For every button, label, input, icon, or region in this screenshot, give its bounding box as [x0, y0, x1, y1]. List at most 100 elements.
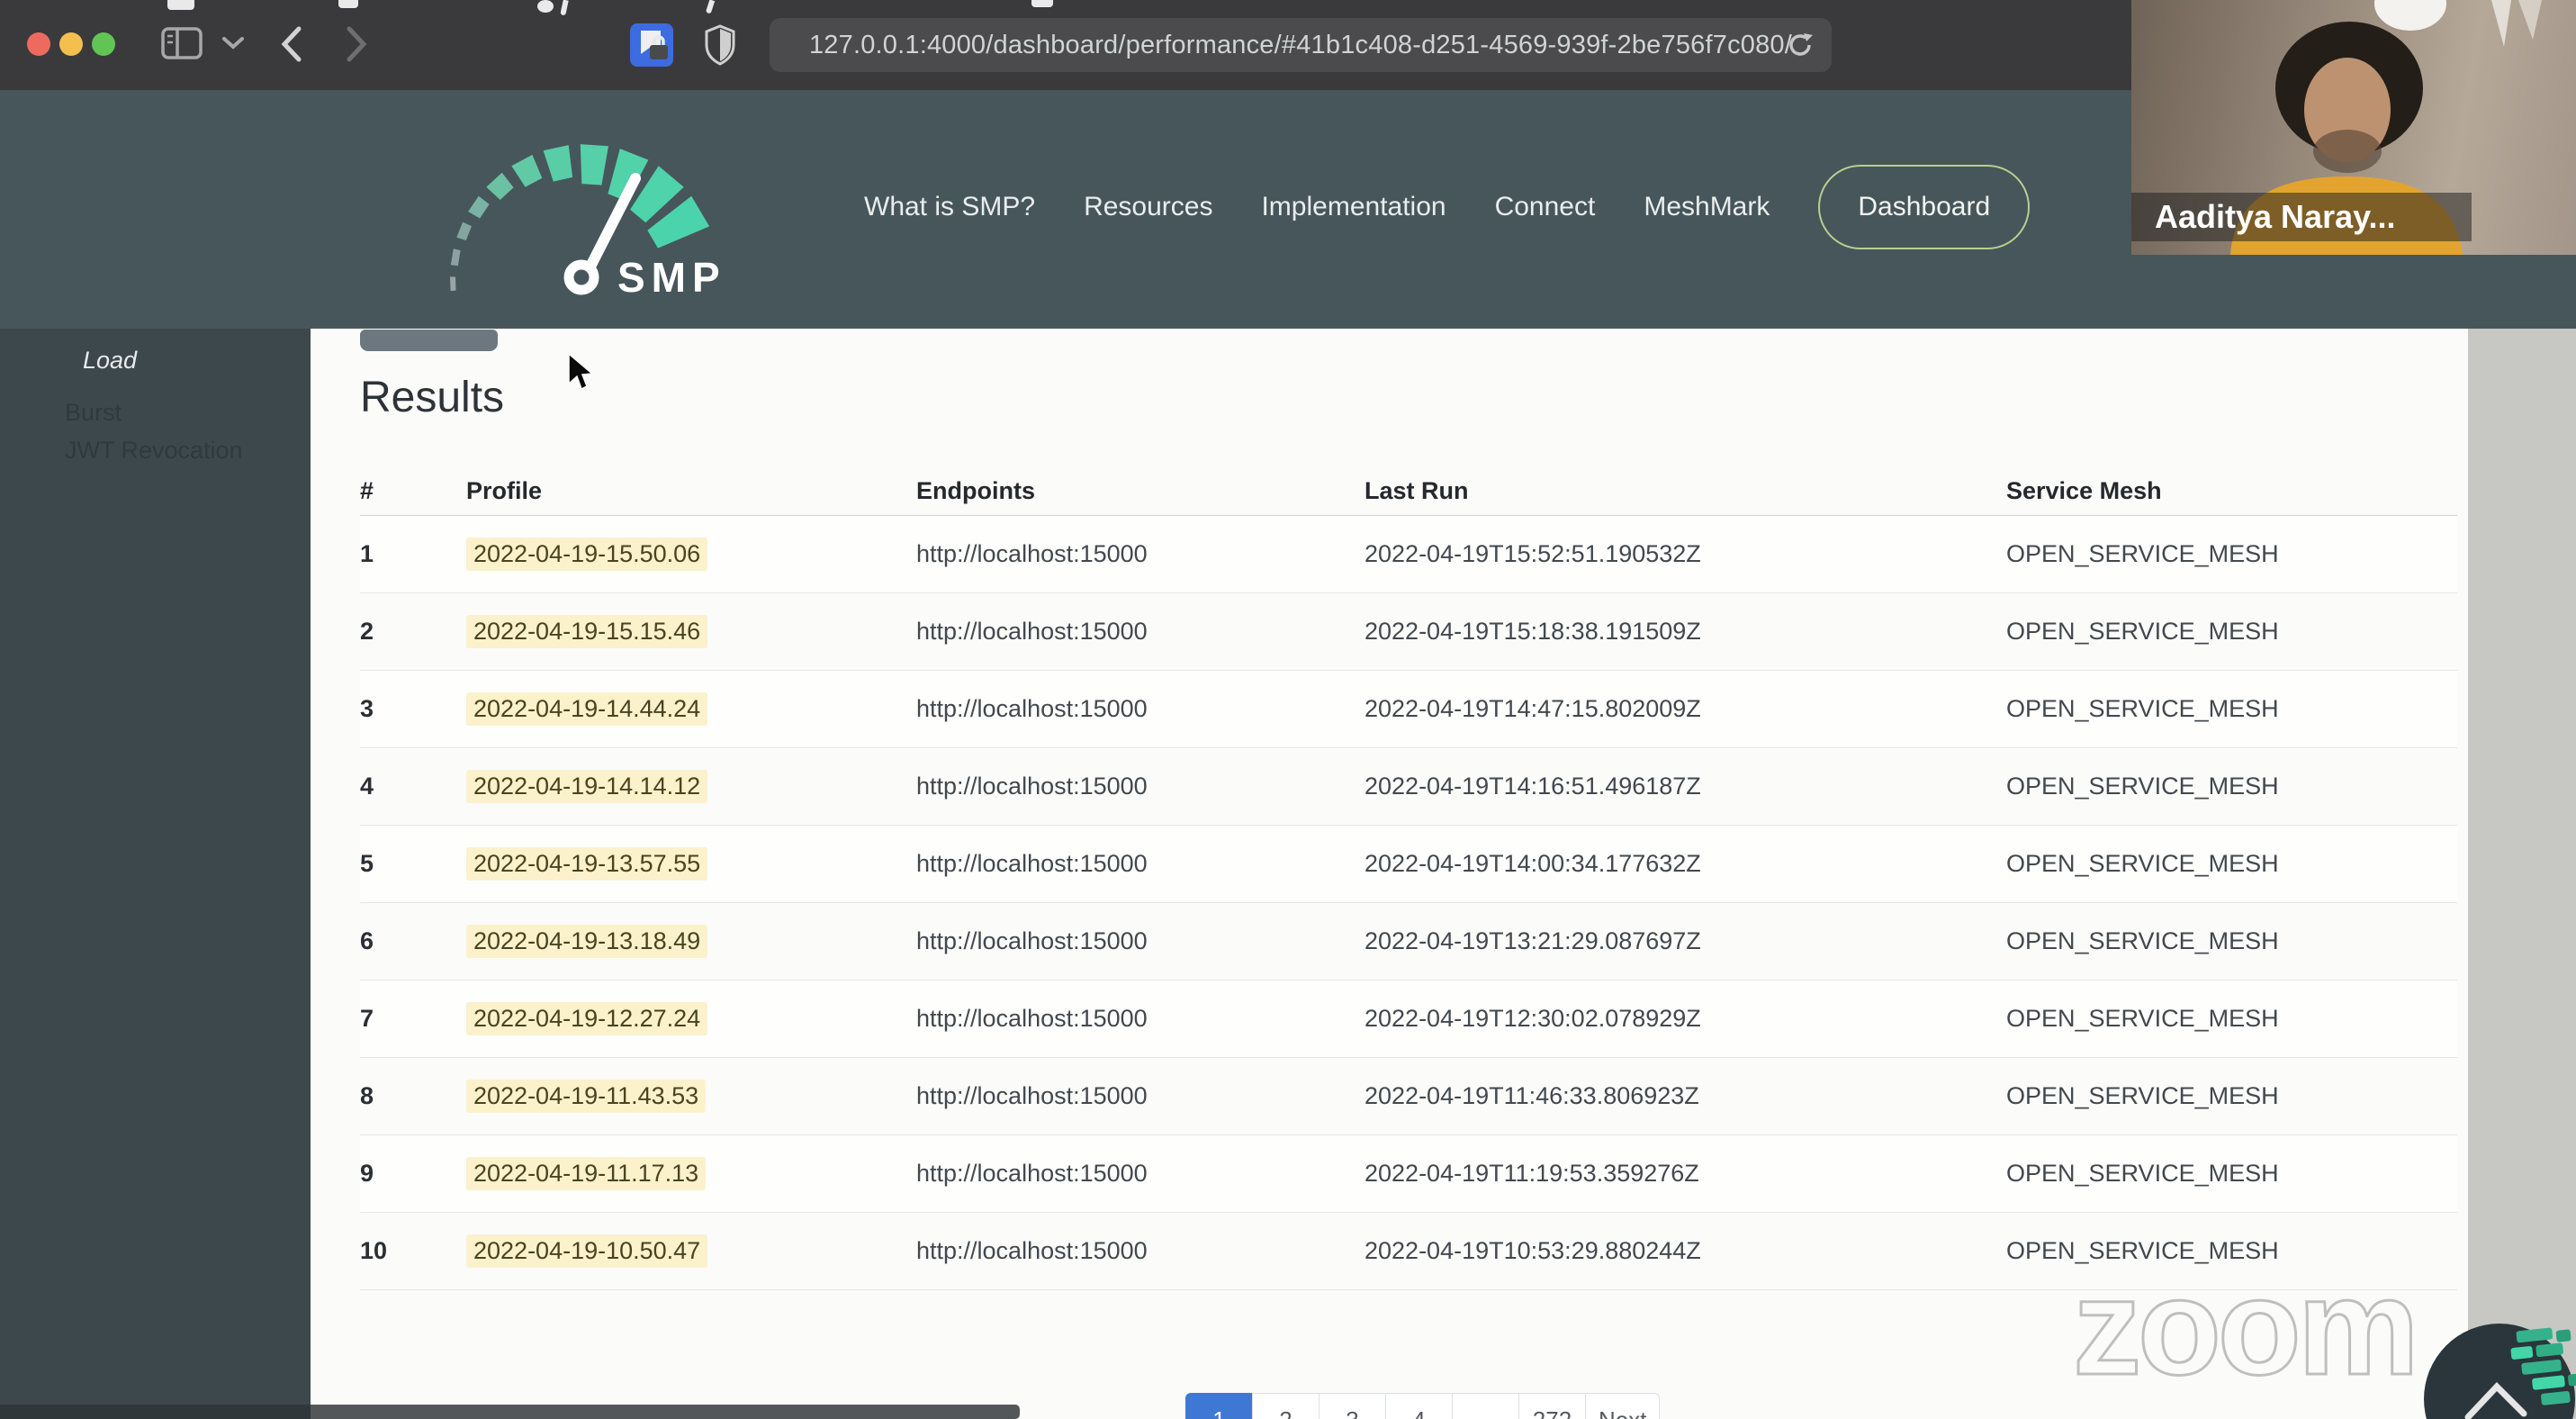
minimize-button[interactable]	[59, 32, 83, 56]
back-icon[interactable]	[281, 25, 302, 63]
cell-lastrun: 2022-04-19T15:52:51.190532Z	[1365, 540, 1701, 567]
video-title-remnant	[338, 0, 358, 8]
cell-endpoint: http://localhost:15000	[916, 927, 1148, 954]
page-button[interactable]: 2	[1252, 1393, 1320, 1419]
profile-highlight: 2022-04-19-14.44.24	[466, 692, 708, 726]
cell-profile: 2022-04-19-10.50.47	[466, 1234, 916, 1268]
screen: 127.0.0.1:4000/dashboard/performance/#41…	[0, 0, 2576, 1419]
table-header-row: # Profile Endpoints Last Run Service Mes…	[360, 466, 2457, 516]
profile-highlight: 2022-04-19-10.50.47	[466, 1234, 708, 1268]
video-title-remnant	[705, 0, 716, 14]
sidebar-item[interactable]: Load	[83, 347, 137, 375]
horizontal-scrollbar[interactable]	[311, 1405, 1020, 1419]
cell-lastrun: 2022-04-19T11:19:53.359276Z	[1365, 1160, 1699, 1187]
reload-icon[interactable]	[1785, 30, 1815, 60]
table-row[interactable]: 5 2022-04-19-13.57.55 http://localhost:150…	[360, 826, 2457, 903]
address-bar[interactable]: 127.0.0.1:4000/dashboard/performance/#41…	[770, 18, 1832, 72]
sidebar-item[interactable]: JWT Revocation	[65, 437, 243, 465]
smp-gauge-logo: SMP	[450, 144, 726, 304]
sidebar-item[interactable]: Burst	[65, 399, 122, 427]
table-row[interactable]: 1 2022-04-19-15.50.06 http://localhost:150…	[360, 516, 2457, 593]
close-button[interactable]	[27, 32, 50, 56]
forward-icon[interactable]	[346, 25, 367, 63]
cell-num: 7	[360, 1005, 374, 1032]
collapsed-tab[interactable]	[360, 330, 498, 351]
cell-profile: 2022-04-19-15.50.06	[466, 538, 916, 571]
brand-text: SMP	[617, 254, 726, 301]
table-row[interactable]: 3 2022-04-19-14.44.24 http://localhost:150…	[360, 671, 2457, 748]
cell-endpoint: http://localhost:15000	[916, 540, 1148, 567]
chevron-down-icon[interactable]	[221, 36, 245, 50]
cell-profile: 2022-04-19-11.17.13	[466, 1157, 916, 1190]
cell-endpoint: http://localhost:15000	[916, 1005, 1148, 1032]
cell-mesh: OPEN_SERVICE_MESH	[2006, 773, 2279, 800]
page-button[interactable]: 3	[1319, 1393, 1386, 1419]
video-title-remnant	[1031, 0, 1053, 7]
cell-endpoint: http://localhost:15000	[916, 1237, 1148, 1264]
cell-lastrun: 2022-04-19T10:53:29.880244Z	[1365, 1237, 1701, 1264]
cell-mesh: OPEN_SERVICE_MESH	[2006, 1005, 2279, 1032]
cell-num: 8	[360, 1082, 374, 1109]
cell-num: 10	[360, 1237, 388, 1264]
video-title-remnant	[537, 0, 554, 13]
profile-highlight: 2022-04-19-13.18.49	[466, 925, 708, 958]
bookmark-lock-extension-icon[interactable]	[630, 23, 675, 68]
col-header-endpoints: Endpoints	[916, 476, 1035, 504]
cell-lastrun: 2022-04-19T12:30:02.078929Z	[1365, 1005, 1701, 1032]
table-row[interactable]: 6 2022-04-19-13.18.49 http://localhost:150…	[360, 903, 2457, 981]
table-row[interactable]: 9 2022-04-19-11.17.13 http://localhost:150…	[360, 1135, 2457, 1213]
col-header-lastrun: Last Run	[1365, 476, 1469, 504]
table-row[interactable]: 2 2022-04-19-15.15.46 http://localhost:150…	[360, 593, 2457, 671]
table-row[interactable]: 8 2022-04-19-11.43.53 http://localhost:150…	[360, 1058, 2457, 1135]
cell-lastrun: 2022-04-19T14:00:34.177632Z	[1365, 850, 1701, 877]
profile-highlight: 2022-04-19-15.15.46	[466, 615, 708, 648]
cell-endpoint: http://localhost:15000	[916, 850, 1148, 877]
results-table: # Profile Endpoints Last Run Service Mes…	[360, 466, 2457, 1290]
video-title-remnant	[560, 0, 569, 16]
next-page-button[interactable]: Next	[1585, 1393, 1661, 1419]
nav-item[interactable]: MeshMark	[1644, 192, 1770, 222]
nav-item-dashboard[interactable]: Dashboard	[1818, 165, 2031, 249]
cell-num: 2	[360, 618, 374, 645]
cell-mesh: OPEN_SERVICE_MESH	[2006, 540, 2279, 567]
cell-num: 4	[360, 773, 374, 800]
table-body: 1 2022-04-19-15.50.06 http://localhost:150…	[360, 516, 2457, 1290]
cell-endpoint: http://localhost:15000	[916, 773, 1148, 800]
table-row[interactable]: 7 2022-04-19-12.27.24 http://localhost:150…	[360, 981, 2457, 1058]
shield-extension-icon[interactable]	[704, 23, 740, 67]
profile-highlight: 2022-04-19-14.14.12	[466, 770, 708, 803]
cell-lastrun: 2022-04-19T14:16:51.496187Z	[1365, 773, 1701, 800]
cell-profile: 2022-04-19-14.44.24	[466, 692, 916, 726]
nav-item[interactable]: What is SMP?	[864, 192, 1035, 222]
cell-profile: 2022-04-19-15.15.46	[466, 615, 916, 648]
main-nav: What is SMP? Resources Implementation Conne…	[864, 153, 2031, 261]
fullscreen-button[interactable]	[92, 32, 115, 56]
pagination: 1234…272Next	[1185, 1393, 1661, 1419]
cell-lastrun: 2022-04-19T13:21:29.087697Z	[1365, 927, 1701, 954]
page-button[interactable]: 4	[1385, 1393, 1453, 1419]
nav-item[interactable]: Implementation	[1261, 192, 1446, 222]
cell-mesh: OPEN_SERVICE_MESH	[2006, 1160, 2279, 1187]
profile-highlight: 2022-04-19-11.43.53	[466, 1080, 707, 1113]
profile-highlight: 2022-04-19-11.17.13	[466, 1157, 707, 1190]
cell-mesh: OPEN_SERVICE_MESH	[2006, 695, 2279, 722]
participant-name-label: Aaditya Naray...	[2131, 193, 2472, 241]
cell-endpoint: http://localhost:15000	[916, 1082, 1148, 1109]
cell-endpoint: http://localhost:15000	[916, 1160, 1148, 1187]
sidebar-toggle-icon[interactable]	[160, 25, 203, 61]
cell-mesh: OPEN_SERVICE_MESH	[2006, 850, 2279, 877]
cell-num: 9	[360, 1160, 374, 1187]
nav-item[interactable]: Connect	[1495, 192, 1596, 222]
cell-num: 1	[360, 540, 374, 567]
nav-item[interactable]: Resources	[1084, 192, 1212, 222]
page-button[interactable]: …	[1452, 1393, 1519, 1419]
profile-highlight: 2022-04-19-15.50.06	[466, 538, 708, 571]
profile-highlight: 2022-04-19-12.27.24	[466, 1002, 708, 1035]
cell-profile: 2022-04-19-14.14.12	[466, 770, 916, 803]
webcam-overlay[interactable]: Aaditya Naray...	[2131, 0, 2576, 255]
cell-mesh: OPEN_SERVICE_MESH	[2006, 1082, 2279, 1109]
page-button[interactable]: 1	[1185, 1393, 1253, 1419]
table-row[interactable]: 4 2022-04-19-14.14.12 http://localhost:150…	[360, 748, 2457, 826]
col-header-num: #	[360, 476, 374, 504]
page-button[interactable]: 272	[1518, 1393, 1586, 1419]
